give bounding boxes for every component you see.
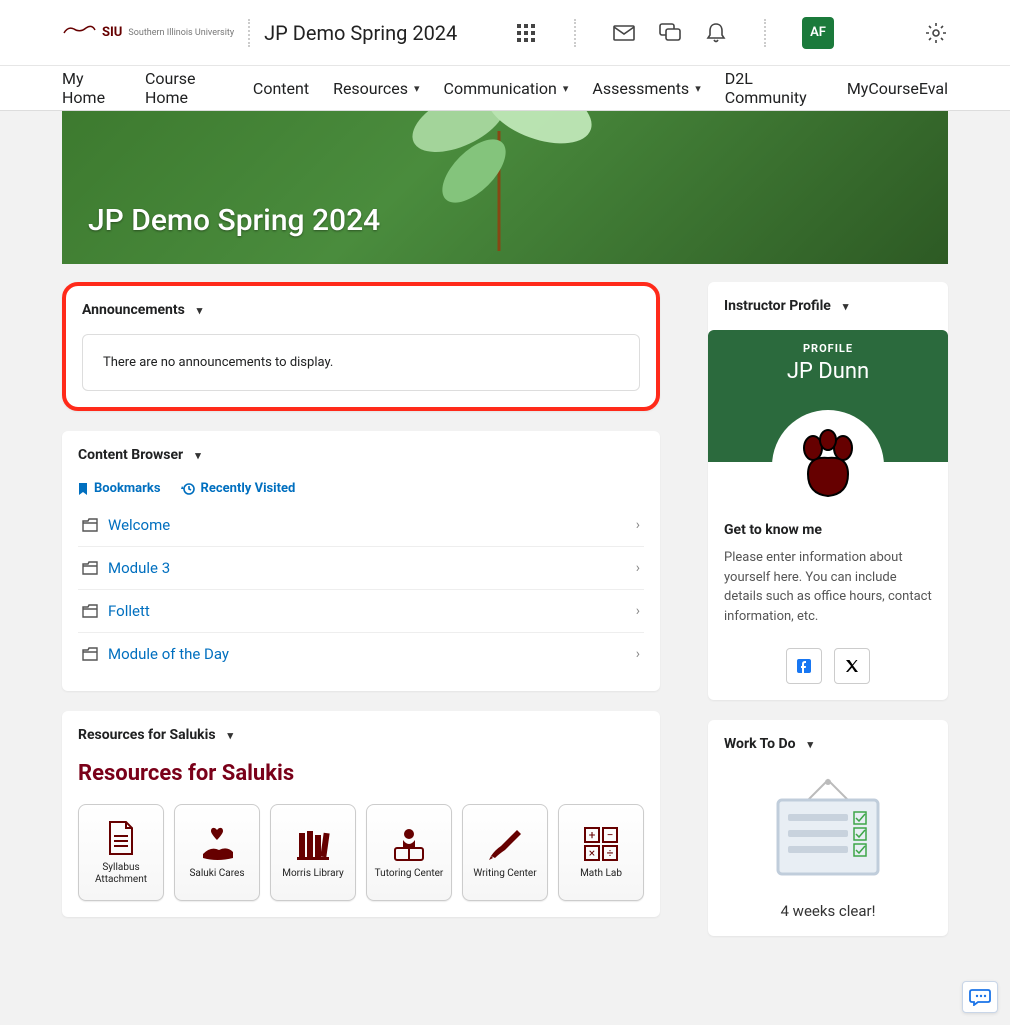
history-icon <box>181 482 195 496</box>
books-icon <box>293 826 333 862</box>
profile-badge: PROFILE <box>708 342 948 355</box>
chevron-down-icon: ▾ <box>695 82 701 95</box>
announcements-widget: Announcements ▾ There are no announcemen… <box>62 282 660 411</box>
nav-resources[interactable]: Resources▾ <box>333 79 419 98</box>
nav-mycourseeval[interactable]: MyCourseEval <box>847 79 948 98</box>
pen-icon <box>485 826 525 862</box>
profile-banner: PROFILE JP Dunn <box>708 330 948 462</box>
profile-subheading: Get to know me <box>724 522 932 538</box>
chevron-down-icon: ▾ <box>228 729 234 742</box>
content-item-module3[interactable]: Module 3 › <box>78 547 644 590</box>
divider <box>764 19 766 47</box>
tile-writing-center[interactable]: Writing Center <box>462 804 548 901</box>
announcements-empty: There are no announcements to display. <box>82 334 640 391</box>
chevron-right-icon: › <box>636 560 640 576</box>
heart-hand-icon <box>197 826 237 862</box>
institution-short: SIU <box>102 25 122 40</box>
nav-content[interactable]: Content <box>253 79 309 98</box>
resources-widget: Resources for Salukis ▾ Resources for Sa… <box>62 711 660 917</box>
work-todo-header[interactable]: Work To Do ▾ <box>724 736 932 752</box>
content-item-follett[interactable]: Follett › <box>78 590 644 633</box>
svg-text:−: − <box>607 828 614 842</box>
divider <box>248 19 250 47</box>
nav-assessments[interactable]: Assessments▾ <box>592 79 700 98</box>
institution-long: Southern Illinois University <box>128 28 234 38</box>
nav-d2l-community[interactable]: D2L Community <box>725 69 823 107</box>
instructor-name: JP Dunn <box>708 359 948 384</box>
topbar: SIU Southern Illinois University JP Demo… <box>0 0 1010 66</box>
tab-recently-visited[interactable]: Recently Visited <box>181 481 296 496</box>
top-icons: AF <box>514 17 834 49</box>
tutor-icon <box>389 826 429 862</box>
document-icon <box>101 820 141 856</box>
instructor-avatar[interactable] <box>772 410 884 522</box>
profile-description: Please enter information about yourself … <box>724 548 932 626</box>
instructor-profile-header[interactable]: Instructor Profile ▾ <box>708 282 948 330</box>
svg-text:÷: ÷ <box>607 846 614 860</box>
nav-communication[interactable]: Communication▾ <box>444 79 569 98</box>
paw-icon <box>788 426 868 506</box>
institution-logo[interactable]: SIU Southern Illinois University <box>62 24 234 42</box>
chevron-right-icon: › <box>636 646 640 662</box>
announcements-title: Announcements <box>82 302 185 318</box>
tab-bookmarks[interactable]: Bookmarks <box>78 481 161 496</box>
x-twitter-icon[interactable] <box>834 648 870 684</box>
chevron-right-icon: › <box>636 603 640 619</box>
instructor-profile-widget: Instructor Profile ▾ PROFILE JP Dunn <box>708 282 948 700</box>
chat-help-icon[interactable] <box>962 981 998 1013</box>
content-list: Welcome › Module 3 › Follett › <box>78 504 644 675</box>
nav-my-home[interactable]: My Home <box>62 69 121 107</box>
course-title[interactable]: JP Demo Spring 2024 <box>264 21 457 45</box>
nav-course-home[interactable]: Course Home <box>145 69 229 107</box>
resources-title: Resources for Salukis <box>78 761 644 786</box>
resources-header-title: Resources for Salukis <box>78 727 216 743</box>
chevron-down-icon: ▾ <box>414 82 420 95</box>
mail-icon[interactable] <box>612 21 636 45</box>
resource-grid: Syllabus Attachment Saluki Cares Morris … <box>78 804 644 901</box>
banner-title: JP Demo Spring 2024 <box>88 203 380 238</box>
chat-icon[interactable] <box>658 21 682 45</box>
work-todo-illustration: 4 weeks clear! <box>724 752 932 920</box>
chevron-down-icon: ▾ <box>808 738 814 751</box>
apps-grid-icon[interactable] <box>514 21 538 45</box>
work-todo-widget: Work To Do ▾ 4 weeks cl <box>708 720 948 936</box>
course-banner: JP Demo Spring 2024 <box>62 111 948 264</box>
svg-text:+: + <box>589 828 596 842</box>
chevron-down-icon: ▾ <box>563 82 569 95</box>
user-avatar[interactable]: AF <box>802 17 834 49</box>
content-browser-header[interactable]: Content Browser ▾ <box>78 447 644 463</box>
content-browser-title: Content Browser <box>78 447 183 463</box>
resources-header[interactable]: Resources for Salukis ▾ <box>78 727 644 743</box>
chevron-right-icon: › <box>636 517 640 533</box>
folder-icon <box>82 647 98 661</box>
folder-icon <box>82 604 98 618</box>
tile-saluki-cares[interactable]: Saluki Cares <box>174 804 260 901</box>
content-browser-widget: Content Browser ▾ Bookmarks Recently Vis… <box>62 431 660 691</box>
chevron-down-icon: ▾ <box>195 449 201 462</box>
content-item-welcome[interactable]: Welcome › <box>78 504 644 547</box>
chevron-down-icon: ▾ <box>843 300 849 313</box>
chevron-down-icon: ▾ <box>197 304 203 317</box>
content-item-module-of-day[interactable]: Module of the Day › <box>78 633 644 675</box>
folder-icon <box>82 518 98 532</box>
divider <box>574 19 576 47</box>
tile-morris-library[interactable]: Morris Library <box>270 804 356 901</box>
tile-math-lab[interactable]: +−×÷ Math Lab <box>558 804 644 901</box>
tile-tutoring-center[interactable]: Tutoring Center <box>366 804 452 901</box>
navbar: My Home Course Home Content Resources▾ C… <box>0 66 1010 111</box>
bookmark-icon <box>78 482 88 496</box>
svg-text:×: × <box>589 846 595 860</box>
folder-icon <box>82 561 98 575</box>
leaf-decoration <box>399 111 599 264</box>
bell-icon[interactable] <box>704 21 728 45</box>
announcements-header[interactable]: Announcements ▾ <box>82 302 640 318</box>
tile-syllabus[interactable]: Syllabus Attachment <box>78 804 164 901</box>
gear-icon[interactable] <box>924 21 948 45</box>
work-todo-status: 4 weeks clear! <box>781 902 876 920</box>
math-icon: +−× ÷ <box>581 826 621 862</box>
facebook-icon[interactable] <box>786 648 822 684</box>
